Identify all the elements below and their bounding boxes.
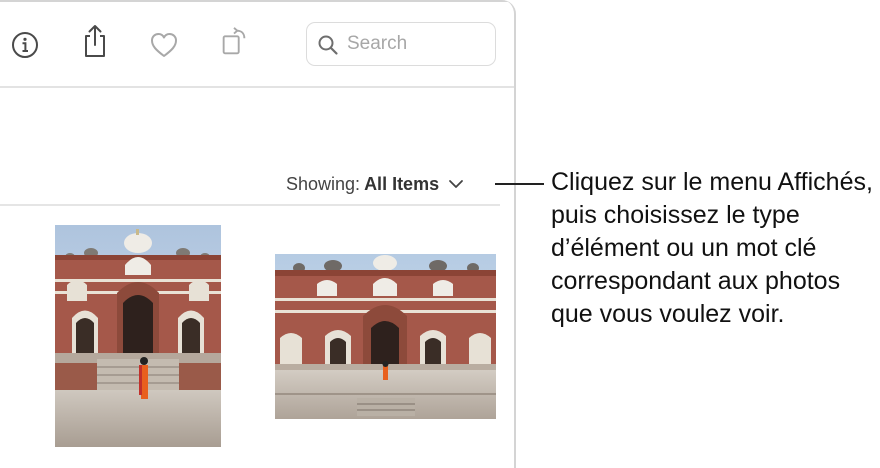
callout-leader-line — [495, 183, 544, 185]
toolbar — [0, 0, 514, 88]
showing-filter-menu[interactable]: Showing: All Items — [286, 170, 464, 198]
heart-icon[interactable] — [148, 29, 180, 61]
info-icon[interactable] — [9, 29, 41, 61]
chevron-down-icon — [449, 180, 463, 188]
divider — [0, 204, 500, 206]
photo-thumbnail-landscape[interactable] — [275, 254, 496, 419]
showing-value: All Items — [364, 173, 440, 194]
photo-thumbnail-portrait[interactable] — [55, 225, 221, 447]
rotate-icon[interactable] — [218, 26, 250, 58]
search-icon — [318, 35, 338, 55]
share-icon[interactable] — [79, 25, 111, 57]
photos-window: Showing: All Items — [0, 0, 516, 468]
search-input[interactable] — [347, 31, 487, 57]
callout-text: Cliquez sur le menu Affichés, puis chois… — [551, 168, 873, 328]
search-field[interactable] — [306, 22, 496, 66]
showing-label: Showing: — [286, 173, 361, 194]
